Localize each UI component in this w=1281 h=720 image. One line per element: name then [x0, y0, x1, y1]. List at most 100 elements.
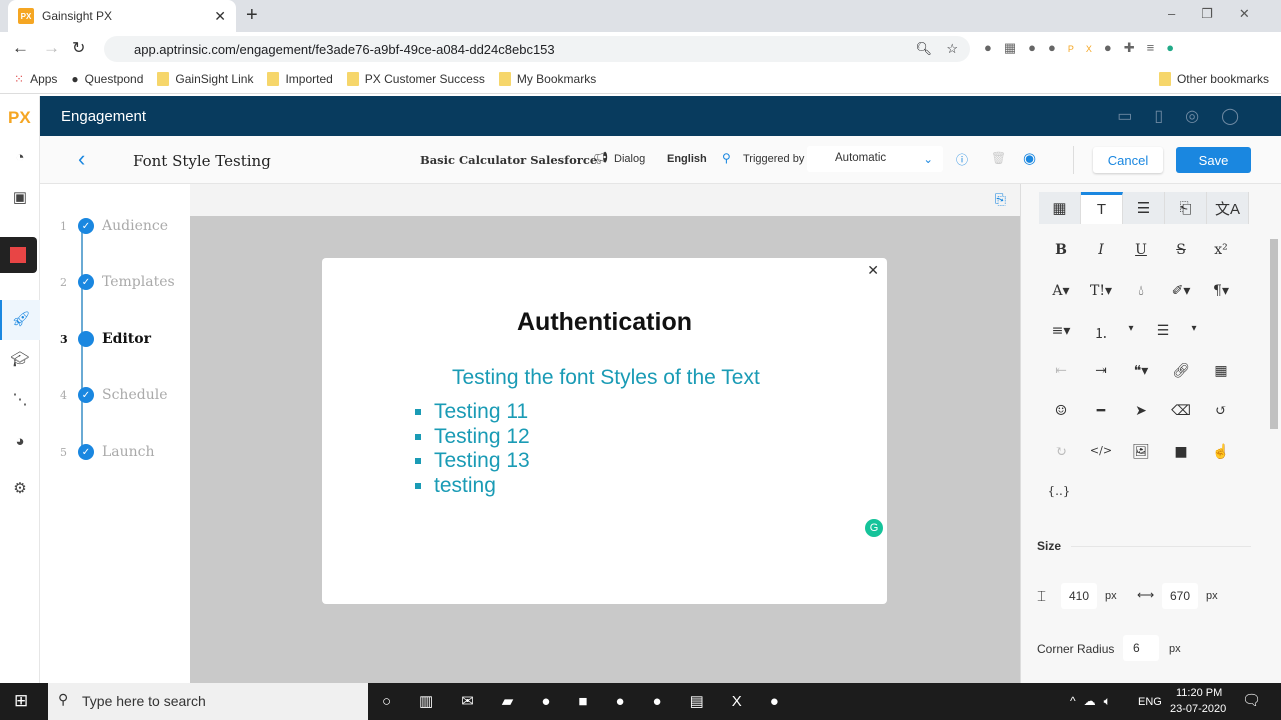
horizontal-line-icon[interactable]: ━: [1081, 403, 1121, 419]
notifications-icon[interactable]: 🗨︎: [1242, 691, 1261, 709]
extensions[interactable]: ●▦●●PX●✚≡●: [984, 40, 1186, 56]
step-templates[interactable]: 2 ✓ Templates: [60, 274, 175, 290]
clock-date[interactable]: 23-07-2020: [1170, 703, 1226, 715]
other-bookmarks[interactable]: Other bookmarks: [1158, 71, 1269, 86]
close-icon[interactable]: ✕: [867, 262, 879, 279]
inline-style-wand-icon[interactable]: ✐▾: [1161, 283, 1201, 299]
px-favicon-icon: PX: [18, 8, 34, 24]
trash-icon[interactable]: 🗑︎: [991, 151, 1006, 165]
superscript-icon[interactable]: x²: [1201, 242, 1241, 258]
bookmark-apps[interactable]: ⁙ Apps: [14, 72, 57, 86]
bold-icon[interactable]: B: [1041, 242, 1081, 258]
check-icon: ✓: [78, 387, 94, 403]
bookmark-my-bookmarks[interactable]: My Bookmarks: [498, 71, 596, 86]
hand-pointer-icon[interactable]: ☝: [1201, 444, 1241, 460]
outdent-icon[interactable]: ⇤: [1041, 363, 1081, 379]
back-icon[interactable]: ←: [12, 38, 29, 58]
bookmark-questpond[interactable]: ● Questpond: [71, 72, 143, 86]
tray-icons[interactable]: ^☁🔈︎: [1070, 694, 1119, 709]
steps-panel: 1 ✓ Audience 2 ✓ Templates 3 Editor 4 ✓ Schedul…: [40, 184, 190, 683]
cancel-button[interactable]: Cancel: [1093, 147, 1163, 173]
export-icon[interactable]: ⎘: [995, 191, 1006, 208]
forward-icon[interactable]: →: [43, 38, 60, 58]
clear-format-eraser-icon[interactable]: ⌫: [1161, 403, 1201, 419]
bookmark-px-customer-success[interactable]: PX Customer Success: [346, 71, 485, 86]
width-input[interactable]: 670: [1162, 583, 1198, 609]
header-icons[interactable]: ▭▯◎◯: [1117, 106, 1261, 126]
corner-radius-input[interactable]: 6: [1123, 635, 1159, 661]
step-audience[interactable]: 1 ✓ Audience: [60, 218, 168, 234]
tab-layout-grid-icon[interactable]: ▦: [1039, 192, 1081, 224]
preview-eye-icon[interactable]: ◉: [1023, 149, 1036, 167]
back-chevron-icon[interactable]: ‹: [78, 146, 85, 172]
redo-icon[interactable]: ↻: [1041, 444, 1081, 460]
new-tab-icon[interactable]: +: [246, 4, 258, 27]
trigger-select[interactable]: Automatic ⌄: [807, 146, 943, 172]
save-button[interactable]: Save: [1176, 147, 1251, 173]
product-name: Basic Calculator Salesforce: [420, 153, 598, 167]
taskbar-search[interactable]: ⚲ Type here to search: [48, 683, 368, 720]
windows-start-icon[interactable]: ⊞: [14, 691, 28, 711]
code-view-icon[interactable]: </>: [1081, 444, 1121, 457]
people-icon[interactable]: ▣: [10, 188, 30, 208]
language[interactable]: English: [667, 153, 707, 165]
dialog-subtitle[interactable]: Testing the font Styles of the Text: [452, 366, 760, 390]
dialog-heading[interactable]: Authentication: [322, 308, 887, 337]
unit-label: px: [1206, 590, 1218, 602]
left-rail: PX ◔ ▣ 🚀︎ 🎓︎ ⋱ ◕ ⚙: [0, 96, 40, 683]
recording-stop-button[interactable]: [0, 237, 37, 273]
pinned-apps[interactable]: ○▥✉▰●■●●▤X●: [382, 692, 807, 710]
table-icon[interactable]: ▦: [1201, 363, 1241, 379]
bookmark-imported[interactable]: Imported: [267, 71, 333, 86]
step-editor[interactable]: 3 Editor: [60, 331, 151, 347]
dialog-bullet-list[interactable]: Testing 11 Testing 12 Testing 13 testing: [434, 400, 530, 498]
browser-tab[interactable]: PX Gainsight PX ✕: [8, 0, 236, 32]
variables-button[interactable]: {..}: [1039, 484, 1079, 498]
tab-translate-icon[interactable]: 文A: [1207, 192, 1249, 224]
settings-gear-icon[interactable]: ⚙: [10, 479, 30, 499]
paragraph-icon[interactable]: ¶▾: [1201, 283, 1241, 299]
image-icon[interactable]: 🖼︎: [1121, 444, 1161, 460]
knowledge-center-icon[interactable]: 🎓︎: [10, 350, 30, 370]
star-icon[interactable]: ☆: [946, 41, 958, 57]
language-indicator[interactable]: ENG: [1138, 696, 1162, 708]
list-item: Testing 11: [434, 400, 530, 425]
zoom-icon[interactable]: 🔍︎: [915, 41, 932, 57]
url-input[interactable]: app.aptrinsic.com/engagement/fe3ade76-a9…: [104, 36, 970, 62]
grammarly-icon[interactable]: G: [865, 519, 883, 537]
emoji-icon[interactable]: ☺: [1041, 403, 1081, 419]
info-icon[interactable]: ⓘ: [956, 151, 968, 168]
unordered-list-dropdown-icon[interactable]: ▾: [1174, 323, 1214, 334]
height-input[interactable]: 410: [1061, 583, 1097, 609]
undo-icon[interactable]: ↺: [1201, 403, 1241, 419]
video-icon[interactable]: ■: [1161, 444, 1201, 460]
underline-icon[interactable]: U: [1121, 242, 1161, 258]
bookmark-gainsight-link[interactable]: GainSight Link: [157, 71, 253, 86]
reload-icon[interactable]: ↻: [72, 38, 85, 58]
journey-icon[interactable]: ⋱: [10, 390, 30, 410]
dashboard-icon[interactable]: ◔: [10, 148, 30, 168]
tab-code-icon[interactable]: ⎗: [1165, 192, 1207, 224]
panel-scrollbar[interactable]: [1270, 239, 1278, 429]
tab-settings-sliders-icon[interactable]: ☰: [1123, 192, 1165, 224]
font-family-icon[interactable]: A▾: [1041, 283, 1081, 299]
quote-icon[interactable]: ❝▾: [1121, 363, 1161, 379]
folder-icon: [346, 71, 359, 86]
close-tab-icon[interactable]: ✕: [214, 8, 226, 25]
font-size-icon[interactable]: T!▾: [1081, 283, 1121, 299]
tab-text-icon[interactable]: T: [1081, 192, 1123, 224]
step-launch[interactable]: 5 ✓ Launch: [60, 444, 155, 460]
link-icon[interactable]: 🔗︎: [1161, 363, 1201, 379]
clock-time[interactable]: 11:20 PM: [1176, 687, 1222, 699]
step-schedule[interactable]: 4 ✓ Schedule: [60, 387, 167, 403]
strikethrough-icon[interactable]: S: [1161, 242, 1201, 258]
window-controls[interactable]: –❐✕: [1168, 6, 1276, 22]
color-drop-icon[interactable]: 💧︎: [1121, 283, 1161, 299]
engagement-rocket-icon[interactable]: 🚀︎: [0, 300, 40, 340]
check-icon: ✓: [78, 218, 94, 234]
align-icon[interactable]: ≡▾: [1041, 323, 1081, 339]
italic-icon[interactable]: I: [1081, 242, 1121, 258]
indent-icon[interactable]: ⇥: [1081, 363, 1121, 379]
select-pointer-icon[interactable]: ➤: [1121, 403, 1161, 419]
analytics-pie-icon[interactable]: ◕: [10, 432, 30, 452]
